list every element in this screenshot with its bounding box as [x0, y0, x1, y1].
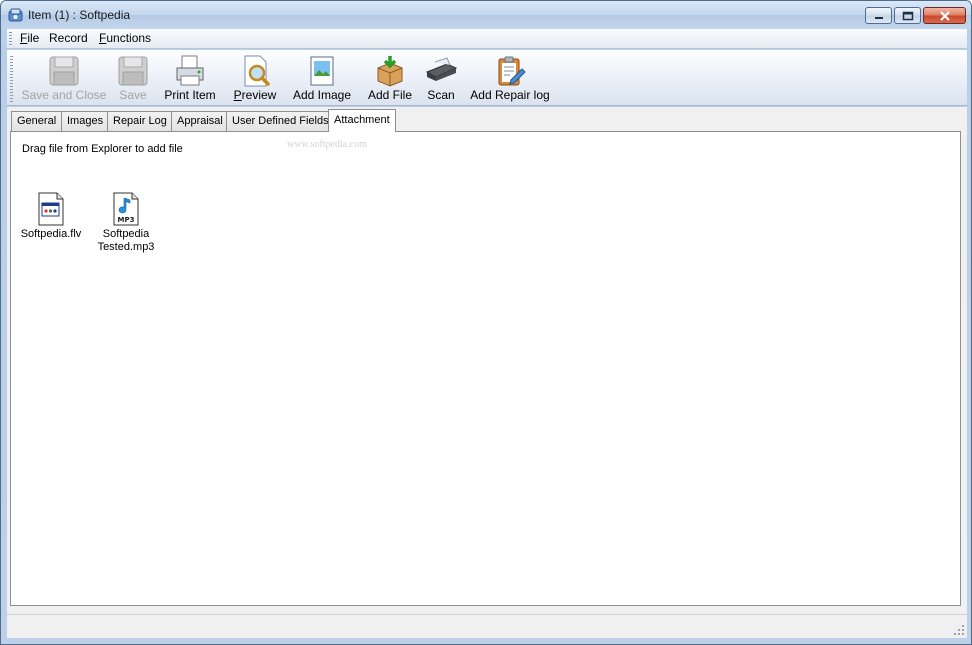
menu-bar: File Record Functions [7, 29, 967, 49]
tab-repair-log[interactable]: Repair Log [107, 111, 173, 131]
preview-mnemonic: P [233, 88, 242, 102]
caption-buttons [865, 7, 966, 24]
attachment-file-name-line1: Softpedia [102, 228, 150, 240]
add-image-button[interactable]: Add Image [289, 52, 355, 104]
minimize-button[interactable] [865, 7, 892, 24]
save-and-close-button[interactable]: Save and Close [19, 52, 109, 104]
box-add-icon [377, 56, 403, 87]
attachment-file-flv[interactable]: Softpedia.flv [11, 192, 91, 241]
magnifier-preview-icon [244, 55, 270, 87]
status-bar [7, 614, 967, 638]
video-file-icon [38, 192, 64, 226]
window-title: Item (1) : Softpedia [28, 8, 131, 22]
printer-icon [176, 55, 204, 86]
audio-file-icon: MP3 [113, 192, 139, 226]
menu-functions-label: unctions [106, 31, 152, 45]
toolbar-grip[interactable] [10, 56, 13, 102]
tab-control: General Images Repair Log Appraisal User… [7, 107, 967, 614]
tab-attachment[interactable]: Attachment [328, 109, 396, 132]
attachment-panel[interactable]: Drag file from Explorer to add file www.… [10, 131, 961, 606]
maximize-icon [902, 11, 913, 20]
close-icon [939, 10, 950, 21]
save-label: Save [119, 88, 147, 102]
add-file-button[interactable]: Add File [363, 52, 417, 104]
preview-label: Preview [229, 88, 281, 102]
scanner-icon [425, 57, 458, 81]
scan-button[interactable]: Scan [421, 52, 461, 104]
print-item-label: Print Item [164, 88, 216, 102]
menu-file[interactable]: File [17, 31, 42, 45]
preview-label-rest: review [241, 88, 277, 102]
add-image-label: Add Image [292, 88, 352, 102]
maximize-button[interactable] [894, 7, 921, 24]
menu-grip[interactable] [9, 32, 12, 46]
print-item-button[interactable]: Print Item [159, 52, 221, 104]
scan-label: Scan [427, 88, 455, 102]
add-repair-log-button[interactable]: Add Repair log [467, 52, 553, 104]
floppy-disk-icon [49, 56, 79, 86]
floppy-disk-icon [118, 56, 148, 86]
menu-record-label: Record [49, 31, 88, 45]
resize-grip-icon[interactable] [953, 624, 965, 636]
drag-hint: Drag file from Explorer to add file [22, 143, 183, 155]
add-file-label: Add File [367, 88, 413, 102]
toolbar: Save and Close Save Print Item Preview A… [7, 50, 967, 106]
save-and-close-label: Save and Close [21, 88, 107, 102]
menu-functions[interactable]: Functions [96, 31, 154, 45]
attachment-file-name: Softpedia.flv [20, 228, 82, 240]
tab-user-defined-fields[interactable]: User Defined Fields [226, 111, 335, 131]
mp3-badge: MP3 [118, 216, 135, 224]
title-bar[interactable]: Item (1) : Softpedia [1, 1, 971, 29]
clipboard-pencil-icon [498, 56, 526, 86]
preview-button[interactable]: Preview [229, 52, 281, 104]
attachment-file-mp3[interactable]: MP3 Softpedia Tested.mp3 [86, 192, 166, 254]
menu-record[interactable]: Record [46, 31, 91, 45]
watermark: www.softpedia.com [287, 139, 367, 150]
item-window: Item (1) : Softpedia File Record Functio… [0, 0, 972, 645]
tab-appraisal[interactable]: Appraisal [171, 111, 229, 131]
app-icon [8, 8, 23, 22]
menu-file-label: ile [27, 31, 40, 45]
attachment-file-name-line2: Tested.mp3 [97, 241, 155, 253]
tab-general[interactable]: General [11, 111, 63, 131]
close-button[interactable] [923, 7, 966, 24]
save-button[interactable]: Save [113, 52, 153, 104]
minimize-icon [874, 16, 883, 19]
add-repair-log-label: Add Repair log [470, 88, 550, 102]
tab-images[interactable]: Images [61, 111, 110, 131]
image-icon [310, 56, 334, 86]
